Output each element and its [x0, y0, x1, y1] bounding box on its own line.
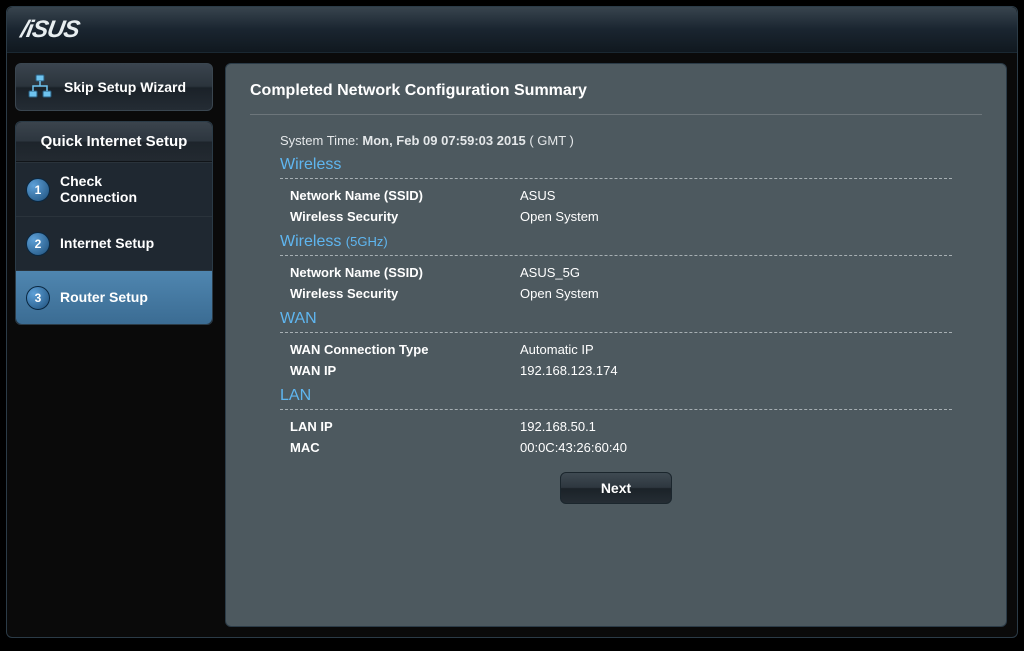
step-label: Router Setup — [60, 290, 148, 305]
section-title-wireless-5ghz: Wireless (5GHz) — [280, 233, 952, 251]
section-title-lan: LAN — [280, 387, 952, 405]
section-title-text: Wireless — [280, 233, 341, 250]
row-key: WAN IP — [290, 363, 520, 378]
skip-button-label: Skip Setup Wizard — [64, 79, 186, 95]
row-val: 192.168.50.1 — [520, 419, 596, 434]
quick-internet-setup-panel: Quick Internet Setup 1 Check Connection … — [15, 121, 213, 325]
step-router-setup[interactable]: 3 Router Setup — [16, 270, 212, 324]
step-number-icon: 2 — [26, 232, 50, 256]
step-label: Internet Setup — [60, 236, 154, 251]
row-key: LAN IP — [290, 419, 520, 434]
row-val: Open System — [520, 209, 599, 224]
step-number-icon: 3 — [26, 286, 50, 310]
system-time-label: System Time: — [280, 133, 359, 148]
system-time-value: Mon, Feb 09 07:59:03 2015 — [362, 133, 525, 148]
section-title-wan: WAN — [280, 310, 952, 328]
row-key: Wireless Security — [290, 286, 520, 301]
row-val: 192.168.123.174 — [520, 363, 618, 378]
row-val: ASUS_5G — [520, 265, 580, 280]
row-wan-ip: WAN IP 192.168.123.174 — [280, 360, 952, 381]
section-title-sub: (5GHz) — [346, 234, 388, 249]
row-val: Open System — [520, 286, 599, 301]
row-key: Network Name (SSID) — [290, 265, 520, 280]
sidebar: Skip Setup Wizard Quick Internet Setup 1… — [15, 63, 213, 627]
row-wireless5-ssid: Network Name (SSID) ASUS_5G — [280, 262, 952, 283]
separator — [280, 178, 952, 179]
step-number-icon: 1 — [26, 178, 50, 202]
system-time: System Time: Mon, Feb 09 07:59:03 2015 (… — [280, 133, 952, 148]
system-time-tz: ( GMT ) — [529, 133, 574, 148]
separator — [280, 409, 952, 410]
main-panel: Completed Network Configuration Summary … — [225, 63, 1007, 627]
row-val: Automatic IP — [520, 342, 594, 357]
brand-logo: /iSUS — [19, 16, 82, 44]
next-button[interactable]: Next — [560, 472, 672, 504]
row-key: Network Name (SSID) — [290, 188, 520, 203]
row-val: 00:0C:43:26:60:40 — [520, 440, 627, 455]
section-title-wireless: Wireless — [280, 156, 952, 174]
row-key: WAN Connection Type — [290, 342, 520, 357]
top-bar: /iSUS — [7, 7, 1017, 53]
skip-setup-wizard-button[interactable]: Skip Setup Wizard — [15, 63, 213, 111]
row-mac: MAC 00:0C:43:26:60:40 — [280, 437, 952, 458]
row-wireless-security: Wireless Security Open System — [280, 206, 952, 227]
row-key: MAC — [290, 440, 520, 455]
row-wireless5-security: Wireless Security Open System — [280, 283, 952, 304]
separator — [280, 332, 952, 333]
row-lan-ip: LAN IP 192.168.50.1 — [280, 416, 952, 437]
sidebar-title: Quick Internet Setup — [16, 122, 212, 162]
network-icon — [26, 73, 54, 101]
row-key: Wireless Security — [290, 209, 520, 224]
row-val: ASUS — [520, 188, 555, 203]
step-check-connection[interactable]: 1 Check Connection — [16, 162, 212, 216]
app-window: /iSUS Skip Setup Wizard Quick Internet S… — [6, 6, 1018, 638]
page-title: Completed Network Configuration Summary — [250, 82, 982, 115]
row-wireless-ssid: Network Name (SSID) ASUS — [280, 185, 952, 206]
step-internet-setup[interactable]: 2 Internet Setup — [16, 216, 212, 270]
row-wan-connection-type: WAN Connection Type Automatic IP — [280, 339, 952, 360]
step-label: Check Connection — [60, 174, 137, 205]
separator — [280, 255, 952, 256]
